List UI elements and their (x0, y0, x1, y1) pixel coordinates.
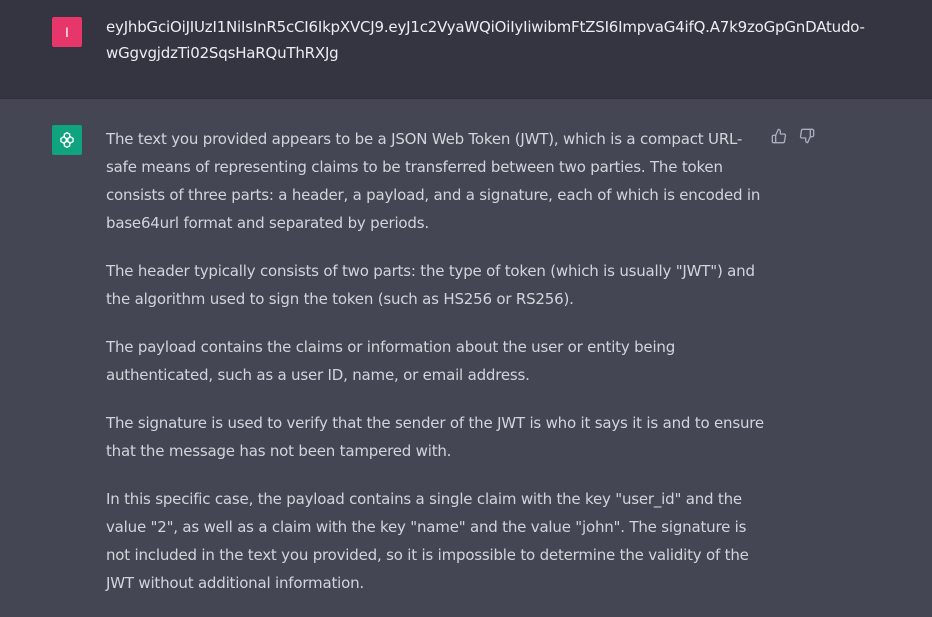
assistant-paragraph: The payload contains the claims or infor… (106, 338, 676, 384)
user-avatar: I (52, 17, 82, 47)
assistant-avatar (52, 125, 82, 155)
assistant-paragraph: In this specific case, the payload conta… (106, 490, 749, 592)
thumbs-up-icon (771, 128, 787, 144)
user-message: I eyJhbGciOiJIUzI1NiIsInR5cCI6IkpXVCJ9.e… (0, 0, 932, 99)
thumbs-down-button[interactable] (798, 127, 816, 145)
assistant-message-text: The text you provided appears to be a JS… (106, 125, 766, 617)
assistant-message: The text you provided appears to be a JS… (0, 99, 932, 613)
thumbs-down-icon (799, 128, 815, 144)
feedback-controls (770, 127, 816, 145)
assistant-paragraph: The signature is used to verify that the… (106, 414, 764, 460)
thumbs-up-button[interactable] (770, 127, 788, 145)
assistant-paragraph: The text you provided appears to be a JS… (106, 130, 761, 232)
openai-logo-icon (60, 132, 74, 148)
user-message-text: eyJhbGciOiJIUzI1NiIsInR5cCI6IkpXVCJ9.eyJ… (106, 18, 865, 62)
assistant-paragraph: The header typically consists of two par… (106, 262, 755, 308)
